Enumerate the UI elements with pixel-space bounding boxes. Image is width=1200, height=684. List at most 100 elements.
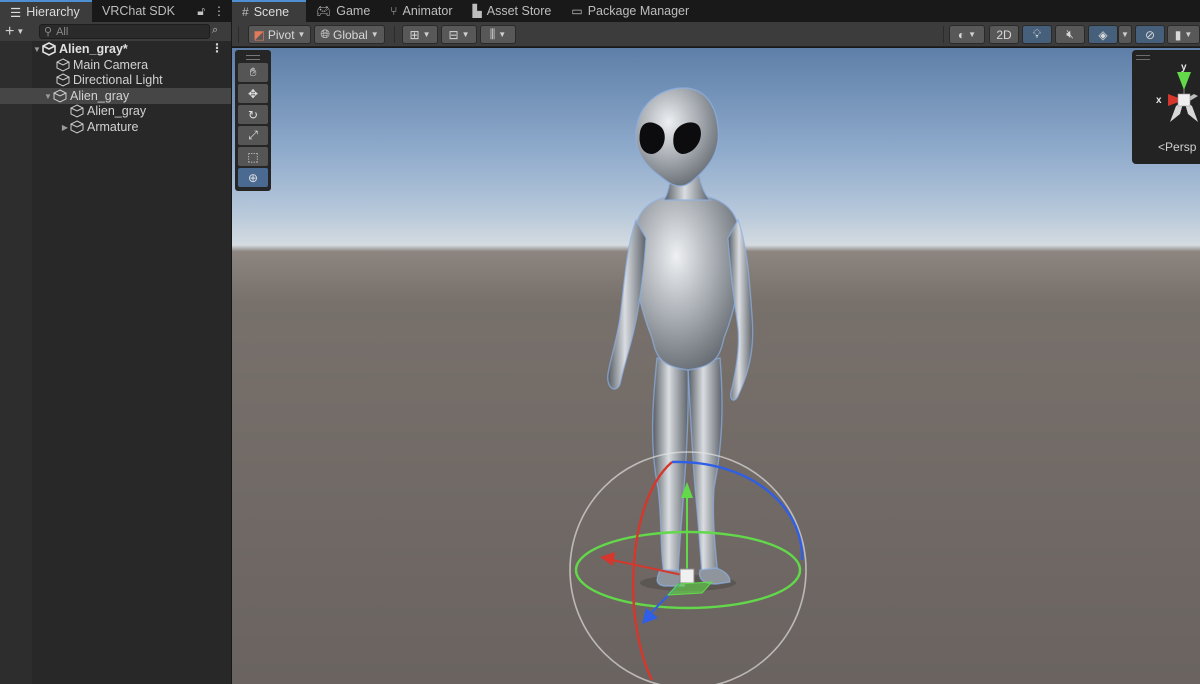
lightbulb-icon: 💡︎ — [1032, 27, 1042, 41]
tab-package-manager-label: Package Manager — [587, 4, 690, 18]
tab-asset-store[interactable]: ▙ Asset Store — [463, 0, 562, 22]
dropdown-arrow-icon: ▼ — [498, 30, 507, 39]
gameobject-cube-icon — [56, 58, 70, 72]
grid-snapping-dropdown[interactable]: ⊞ ▼ — [402, 25, 438, 44]
move-tool-button[interactable]: ✥ — [238, 84, 268, 103]
gameobject-cube-icon — [70, 104, 84, 118]
tree-row-label: Alien_gray — [87, 104, 147, 118]
tab-vrchat-sdk[interactable]: VRChat SDK — [92, 0, 184, 22]
tree-row-alien-gray-mesh[interactable]: Alien_gray — [0, 103, 231, 119]
kebab-menu-icon[interactable]: ⋮ — [213, 4, 225, 18]
tab-asset-store-label: Asset Store — [486, 4, 552, 18]
gameobject-cube-icon — [56, 73, 70, 87]
scene-kebab-icon[interactable]: ⋮ — [211, 41, 223, 55]
tree-row-label: Armature — [87, 120, 139, 134]
grid-icon: # — [242, 5, 249, 19]
lock-icon[interactable]: 🔓︎ — [197, 4, 205, 19]
scene-tabbar: # Scene 🎮︎ Game ⑂ Animator ▙ Asset Store… — [232, 0, 1200, 22]
tree-row-alien-gray[interactable]: ▼ Alien_gray — [0, 88, 231, 104]
gamepad-icon: 🎮︎ — [316, 4, 332, 18]
rect-tool-button[interactable]: ⬚ — [238, 147, 268, 166]
dropdown-arrow-icon: ▼ — [461, 30, 470, 39]
dropdown-arrow-icon: ▼ — [1184, 30, 1193, 39]
scene-viewport[interactable]: ✋︎ ✥ ↻ ⤢ ⬚ ⊕ x y <Persp — [232, 48, 1200, 684]
hierarchy-search-input[interactable]: ⚲ All — [39, 24, 210, 39]
pivot-dropdown[interactable]: ◩ Pivot ▼ — [248, 25, 311, 44]
expand-arrow-icon[interactable]: ▼ — [43, 92, 53, 101]
rotate-icon: ↻ — [247, 107, 259, 122]
orientation-gizmo[interactable]: x y <Persp — [1132, 50, 1200, 164]
rect-icon: ⬚ — [247, 149, 259, 164]
effects-toggle-button[interactable]: ◈ — [1088, 25, 1118, 44]
tree-row-label: Main Camera — [73, 58, 149, 72]
search-icon: ⚲ — [44, 26, 53, 38]
transform-tool-button[interactable]: ⊕ — [238, 168, 268, 187]
global-dropdown[interactable]: 🌐︎ Global ▼ — [314, 25, 385, 44]
gameobject-cube-icon — [53, 89, 67, 103]
hierarchy-panel: ☰ Hierarchy VRChat SDK 🔓︎ ⋮ + ▼ ⚲ All ⌕ ▼… — [0, 0, 231, 684]
2d-toggle-button[interactable]: 2D — [989, 25, 1019, 44]
tab-animator[interactable]: ⑂ Animator — [380, 0, 462, 22]
increment-snap-dropdown[interactable]: ⊟ ▼ — [441, 25, 477, 44]
eye-slash-icon: ⊘ — [1144, 27, 1156, 42]
align-dropdown[interactable]: ⫼ ▼ — [480, 25, 516, 44]
lighting-toggle-button[interactable]: 💡︎ — [1022, 25, 1052, 44]
tree-row-armature[interactable]: ▶ Armature — [0, 119, 231, 135]
projection-toggle[interactable]: <Persp — [1158, 140, 1196, 154]
tree-row-main-camera[interactable]: Main Camera — [0, 57, 231, 73]
tab-hierarchy-label: Hierarchy — [26, 5, 80, 19]
toolbar-separator — [394, 26, 395, 43]
dropdown-arrow-icon: ▼ — [1121, 30, 1129, 39]
tab-scene[interactable]: # Scene — [232, 0, 306, 22]
camera-icon: ▮ — [1174, 27, 1182, 42]
animator-icon: ⑂ — [390, 4, 398, 18]
align-icon: ⫼ — [489, 27, 496, 41]
tab-scene-label: Scene — [253, 5, 290, 19]
tab-game[interactable]: 🎮︎ Game — [306, 0, 380, 22]
global-label: Global — [333, 27, 368, 42]
toolbar-separator — [238, 26, 239, 43]
collapse-arrow-icon[interactable]: ▶ — [60, 123, 70, 132]
camera-dropdown[interactable]: ▮ ▼ — [1167, 25, 1200, 44]
dropdown-arrow-icon: ▼ — [422, 30, 431, 39]
plus-icon: + — [5, 22, 15, 40]
hand-icon: ✋︎ — [249, 65, 257, 79]
toolbar-separator — [943, 26, 944, 43]
list-icon: ☰ — [10, 5, 22, 20]
hierarchy-toolbar: + ▼ ⚲ All ⌕ — [0, 22, 231, 41]
tab-animator-label: Animator — [402, 4, 453, 18]
grid-snap-icon: ⊞ — [409, 27, 420, 42]
shopping-bag-icon: ▙ — [472, 4, 482, 18]
hand-tool-button[interactable]: ✋︎ — [238, 63, 268, 82]
tab-package-manager[interactable]: ▭ Package Manager — [561, 0, 699, 22]
chevron-left-icon: < — [1158, 140, 1166, 154]
tab-vrchat-sdk-label: VRChat SDK — [102, 4, 175, 18]
projection-label: Persp — [1165, 140, 1197, 154]
expand-arrow-icon[interactable]: ▼ — [32, 45, 42, 54]
alien-character-model — [607, 87, 754, 587]
hidden-objects-toggle-button[interactable]: ⊘ — [1135, 25, 1165, 44]
rotate-tool-button[interactable]: ↻ — [238, 105, 268, 124]
audio-toggle-button[interactable]: 🔇︎ — [1055, 25, 1085, 44]
unity-scene-icon — [42, 42, 56, 56]
effects-dropdown[interactable]: ▼ — [1118, 25, 1132, 44]
move-icon: ✥ — [247, 86, 259, 101]
hierarchy-gutter — [0, 41, 32, 684]
pivot-label: Pivot — [267, 27, 295, 42]
axis-cube-icon: x y — [1156, 62, 1198, 122]
draw-mode-dropdown[interactable]: ◐ ▼ — [949, 25, 985, 44]
scale-icon: ⤢ — [248, 128, 258, 142]
add-object-button[interactable]: + ▼ — [0, 22, 34, 41]
scale-tool-button[interactable]: ⤢ — [238, 126, 268, 145]
tree-row-directional-light[interactable]: Directional Light — [0, 72, 231, 88]
scene-toolbar: ◩ Pivot ▼ 🌐︎ Global ▼ ⊞ ▼ ⊟ ▼ ⫼ ▼ ◐ ▼ 2D 💡︎ — [232, 22, 1200, 47]
transform-icon: ⊕ — [247, 170, 259, 185]
tree-row-label: Alien_gray* — [59, 42, 128, 56]
tab-hierarchy[interactable]: ☰ Hierarchy — [0, 0, 92, 22]
y-axis-label: y — [1181, 62, 1187, 73]
tree-row-label: Alien_gray — [70, 89, 130, 103]
search-by-type-icon[interactable]: ⌕ — [212, 24, 226, 38]
tree-row-scene[interactable]: ▼ Alien_gray* ⋮ — [0, 41, 231, 57]
search-placeholder: All — [56, 25, 69, 38]
dropdown-arrow-icon: ▼ — [16, 27, 25, 36]
